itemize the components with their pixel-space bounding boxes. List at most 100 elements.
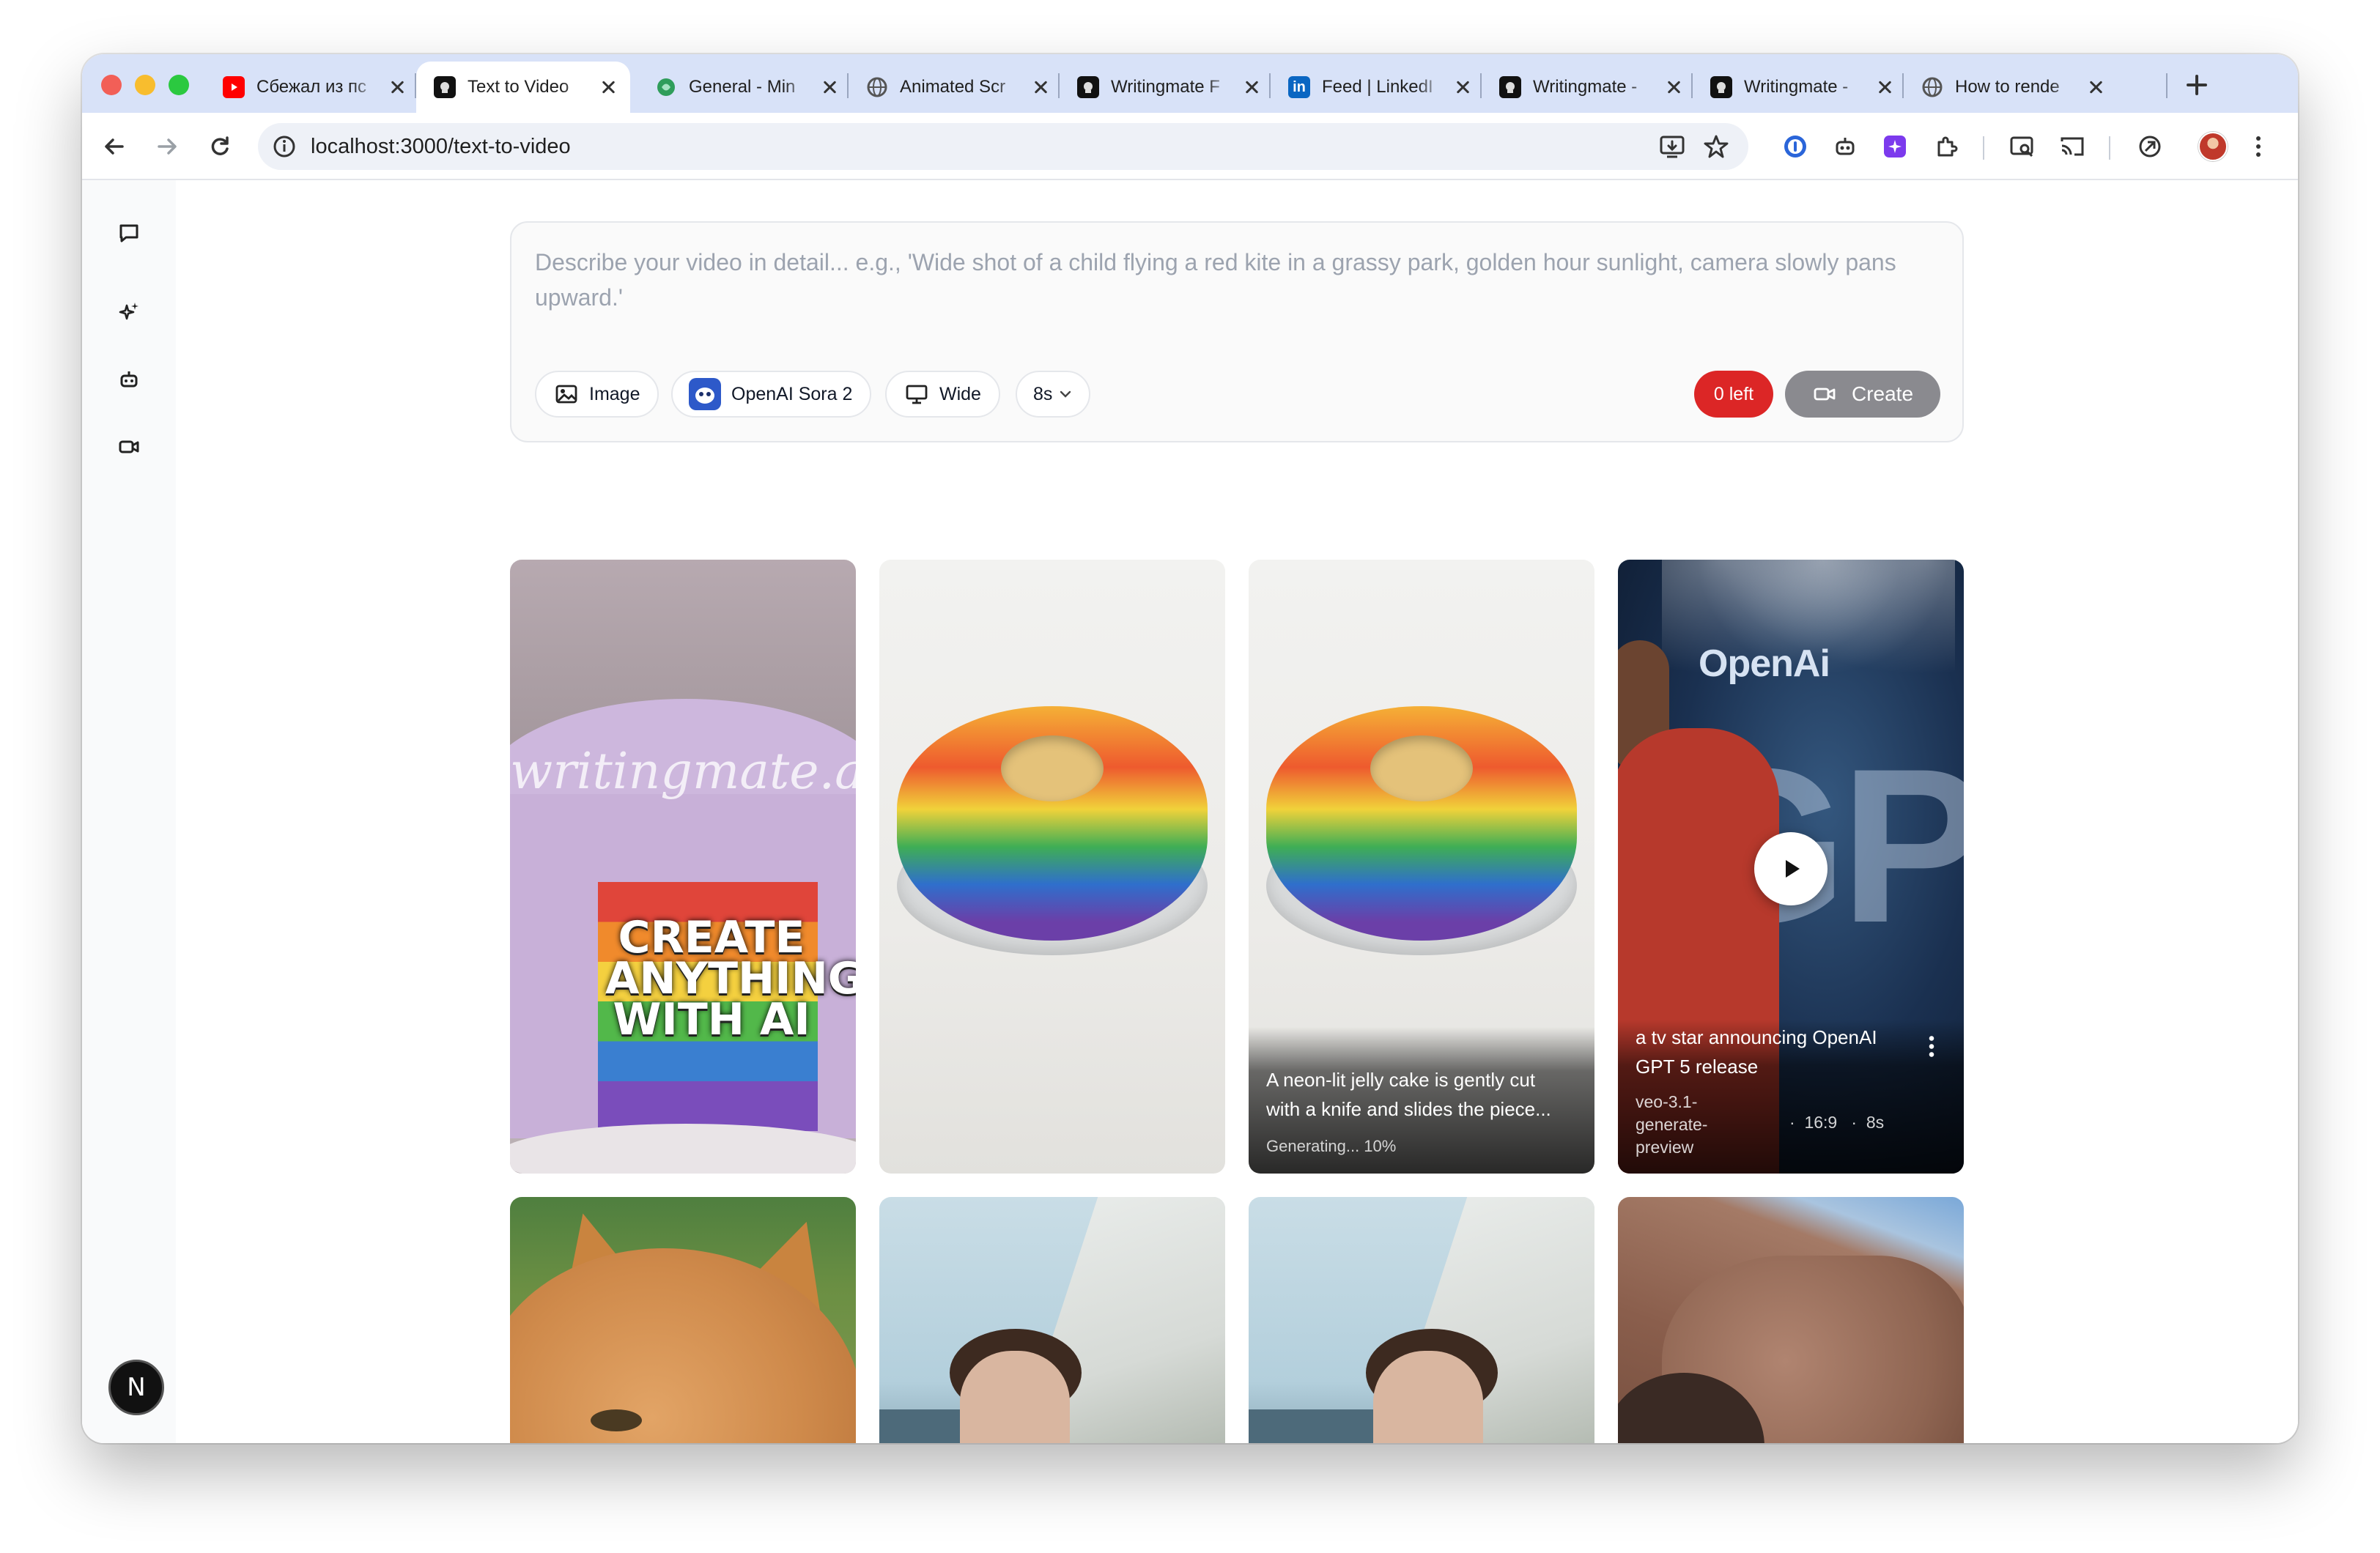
video-camera-icon (1812, 382, 1837, 407)
close-tab-icon[interactable] (599, 78, 617, 96)
close-tab-icon[interactable] (1454, 78, 1471, 96)
performance-button[interactable] (2131, 127, 2169, 166)
close-window-button[interactable] (101, 75, 122, 95)
close-tab-icon[interactable] (1665, 78, 1682, 96)
zoom-window-button[interactable] (169, 75, 189, 95)
tab-animated[interactable]: Animated Scr (849, 62, 1062, 113)
video-prompt-composer: Describe your video in detail... e.g., '… (510, 221, 1964, 442)
writingmate-icon (1499, 76, 1521, 98)
close-tab-icon[interactable] (2087, 78, 2104, 96)
robot-extension[interactable] (1826, 127, 1864, 166)
arrow-left-icon (105, 138, 124, 155)
tab-writingmate-2[interactable]: Writingmate - (1482, 62, 1696, 113)
url-text: localhost:3000/text-to-video (311, 135, 571, 158)
close-tab-icon[interactable] (1876, 78, 1893, 96)
address-bar[interactable]: localhost:3000/text-to-video (258, 123, 1748, 170)
tab-title: Feed | LinkedI (1322, 77, 1433, 97)
image-gen-nav-button[interactable] (114, 297, 144, 327)
video-card-beach-2[interactable] (1249, 1197, 1594, 1443)
youtube-icon (223, 76, 245, 98)
onepassword-icon (1784, 136, 1806, 157)
purple-extension[interactable] (1876, 127, 1914, 166)
model-name: veo-3.1-generate-preview (1636, 1092, 1708, 1157)
forward-button[interactable] (148, 127, 186, 166)
writingmate-icon (434, 76, 456, 98)
bookmark-star-icon[interactable] (1701, 132, 1731, 161)
puzzle-icon (1937, 136, 1958, 157)
generating-card-title: A neon-lit jelly cake is gently cut with… (1266, 1069, 1551, 1120)
aspect-ratio-label: Wide (939, 383, 981, 404)
password-manager-extension[interactable] (1776, 127, 1814, 166)
writingmate-icon (1710, 76, 1732, 98)
chat-nav-button[interactable] (114, 218, 144, 248)
tab-title: How to rende (1955, 77, 2060, 97)
play-button[interactable] (1754, 832, 1828, 905)
chevron-down-icon (1058, 387, 1073, 401)
close-tab-icon[interactable] (1243, 78, 1260, 96)
chat-bubble-icon (119, 224, 138, 242)
browser-menu-button[interactable] (2239, 127, 2277, 166)
featured-card-title: a tv star announcing OpenAI GPT 5 releas… (1636, 1026, 1877, 1078)
cake-caption: CREATE ANYTHING WITH AI (605, 912, 856, 1045)
generating-status: Generating... 10% (1266, 1137, 1397, 1155)
tab-title: Writingmate - (1744, 77, 1849, 97)
back-button[interactable] (95, 127, 133, 166)
model-selector-label: OpenAI Sora 2 (731, 383, 853, 404)
video-nav-button[interactable] (114, 432, 144, 462)
generating-overlay: A neon-lit jelly cake is gently cut with… (1249, 1027, 1594, 1174)
create-video-button[interactable]: Create (1785, 371, 1940, 418)
close-tab-icon[interactable] (1032, 78, 1049, 96)
profile-avatar[interactable] (2198, 132, 2228, 161)
tab-linkedin[interactable]: in Feed | LinkedI (1271, 62, 1485, 113)
duration-selector[interactable]: 8s (1016, 371, 1091, 418)
tab-title: Writingmate F (1111, 77, 1220, 97)
tab-text-to-video[interactable]: Text to Video (416, 62, 630, 113)
tab-title: Сбежал из пс (256, 77, 367, 97)
monitor-icon (904, 382, 929, 407)
image-button-label: Image (589, 383, 640, 404)
aspect-ratio-selector[interactable]: Wide (885, 371, 1000, 418)
prompt-input[interactable]: Describe your video in detail... e.g., '… (535, 245, 1942, 315)
browser-toolbar: localhost:3000/text-to-video (82, 113, 2298, 180)
site-info-icon[interactable] (271, 133, 298, 160)
video-card-jelly[interactable] (879, 560, 1225, 1174)
install-app-icon[interactable] (1658, 132, 1687, 161)
model-selector[interactable]: OpenAI Sora 2 (671, 371, 872, 418)
extensions-button[interactable] (1927, 127, 1965, 166)
cast-icon (2061, 137, 2084, 156)
featured-info-overlay: a tv star announcing OpenAI GPT 5 releas… (1618, 1020, 1964, 1174)
tab-writingmate-1[interactable]: Writingmate F (1060, 62, 1274, 113)
minimize-window-button[interactable] (135, 75, 155, 95)
tab-title: Writingmate - (1533, 77, 1638, 97)
tab-writingmate-3[interactable]: Writingmate - (1693, 62, 1907, 113)
image-button[interactable]: Image (535, 371, 659, 418)
leaf-speed-icon (2139, 136, 2161, 157)
more-vertical-icon (2256, 136, 2261, 157)
cast-button[interactable] (2053, 127, 2091, 166)
robot-icon (1836, 138, 1855, 155)
video-card-cat[interactable] (510, 1197, 856, 1443)
tab-general[interactable]: General - Min (638, 62, 851, 113)
create-button-label: Create (1851, 382, 1914, 405)
video-card-featured[interactable]: GPT OpenAi a tv star announcing OpenAI G… (1618, 560, 1964, 1174)
sparkle-extension-icon (1884, 136, 1906, 157)
video-card-beach-1[interactable] (879, 1197, 1225, 1443)
video-card-canyon[interactable] (1618, 1197, 1964, 1443)
reload-button[interactable] (201, 127, 239, 166)
tab-how-to-render[interactable]: How to rende (1904, 62, 2118, 113)
writingmate-icon (1077, 76, 1099, 98)
new-tab-button[interactable] (2181, 69, 2213, 101)
video-meta: · 16:9 · 8s (1789, 1113, 1885, 1132)
close-tab-icon[interactable] (821, 78, 838, 96)
close-tab-icon[interactable] (388, 78, 406, 96)
agents-nav-button[interactable] (114, 365, 144, 394)
video-card-cake[interactable]: writingmate.ai CREATE ANYTHING WITH AI (510, 560, 856, 1174)
lens-search-button[interactable] (2003, 127, 2041, 166)
aspect-ratio-tag: 16:9 (1804, 1113, 1838, 1132)
more-options-icon[interactable] (1929, 1034, 1934, 1058)
reload-icon (211, 136, 229, 155)
tab-youtube[interactable]: Сбежал из пс (205, 62, 419, 113)
bot-icon (120, 371, 138, 388)
nextjs-dev-indicator[interactable]: N (108, 1360, 164, 1415)
video-card-generating[interactable]: A neon-lit jelly cake is gently cut with… (1249, 560, 1594, 1174)
